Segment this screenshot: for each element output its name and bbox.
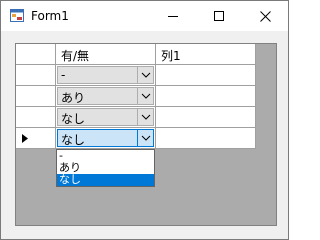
minimize-button[interactable]: [150, 1, 196, 31]
chevron-down-icon[interactable]: [141, 91, 151, 101]
top-left-header-cell[interactable]: [16, 44, 56, 65]
title-bar[interactable]: Form1: [1, 1, 288, 31]
row-header-current[interactable]: [16, 128, 56, 149]
grid-cell-combo[interactable]: あり: [56, 86, 156, 107]
combobox-separator: [137, 109, 138, 125]
column-header-label: 列1: [161, 49, 181, 63]
grid-cell-text[interactable]: [156, 86, 256, 107]
combobox-separator: [137, 130, 138, 146]
close-button[interactable]: [242, 1, 288, 31]
dropdown-option-selected[interactable]: なし: [57, 174, 154, 186]
maximize-icon: [214, 11, 224, 21]
window-title: Form1: [31, 9, 69, 23]
grid-cell-text[interactable]: [156, 128, 256, 149]
grid-cell-combo-editing[interactable]: なし: [56, 128, 156, 149]
combobox-value: -: [61, 68, 66, 82]
combobox-cell-active[interactable]: なし: [57, 129, 154, 147]
chevron-down-icon[interactable]: [141, 70, 151, 80]
chevron-down-icon[interactable]: [141, 112, 151, 122]
current-row-arrow-icon: [22, 134, 28, 143]
column-header-col0[interactable]: 有/無: [56, 44, 156, 65]
grid-cell-combo[interactable]: -: [56, 65, 156, 86]
grid-cell-text[interactable]: [156, 107, 256, 128]
grid-cell-combo[interactable]: なし: [56, 107, 156, 128]
row-header[interactable]: [16, 107, 56, 128]
combobox-cell[interactable]: あり: [57, 87, 154, 105]
grid-cell-text[interactable]: [156, 65, 256, 86]
combobox-cell[interactable]: -: [57, 66, 154, 84]
minimize-icon: [168, 16, 178, 17]
row-header[interactable]: [16, 86, 56, 107]
column-header-col1[interactable]: 列1: [156, 44, 256, 65]
combobox-dropdown-list[interactable]: - あり なし: [56, 149, 155, 187]
close-icon: [259, 10, 271, 22]
combobox-value: なし: [61, 112, 86, 126]
data-grid-view[interactable]: 有/無 列1 - あり なし なし: [15, 43, 277, 226]
column-header-label: 有/無: [61, 49, 90, 63]
maximize-button[interactable]: [196, 1, 242, 31]
combobox-separator: [137, 88, 138, 104]
form1-window: Form1 有/無 列1 - あり なし なし - あり なし: [0, 0, 289, 240]
combobox-cell[interactable]: なし: [57, 108, 154, 126]
combobox-value: あり: [61, 91, 86, 105]
chevron-down-icon[interactable]: [141, 133, 151, 143]
form-icon: [10, 9, 24, 22]
row-header[interactable]: [16, 65, 56, 86]
combobox-separator: [137, 67, 138, 83]
combobox-value: なし: [61, 133, 86, 147]
